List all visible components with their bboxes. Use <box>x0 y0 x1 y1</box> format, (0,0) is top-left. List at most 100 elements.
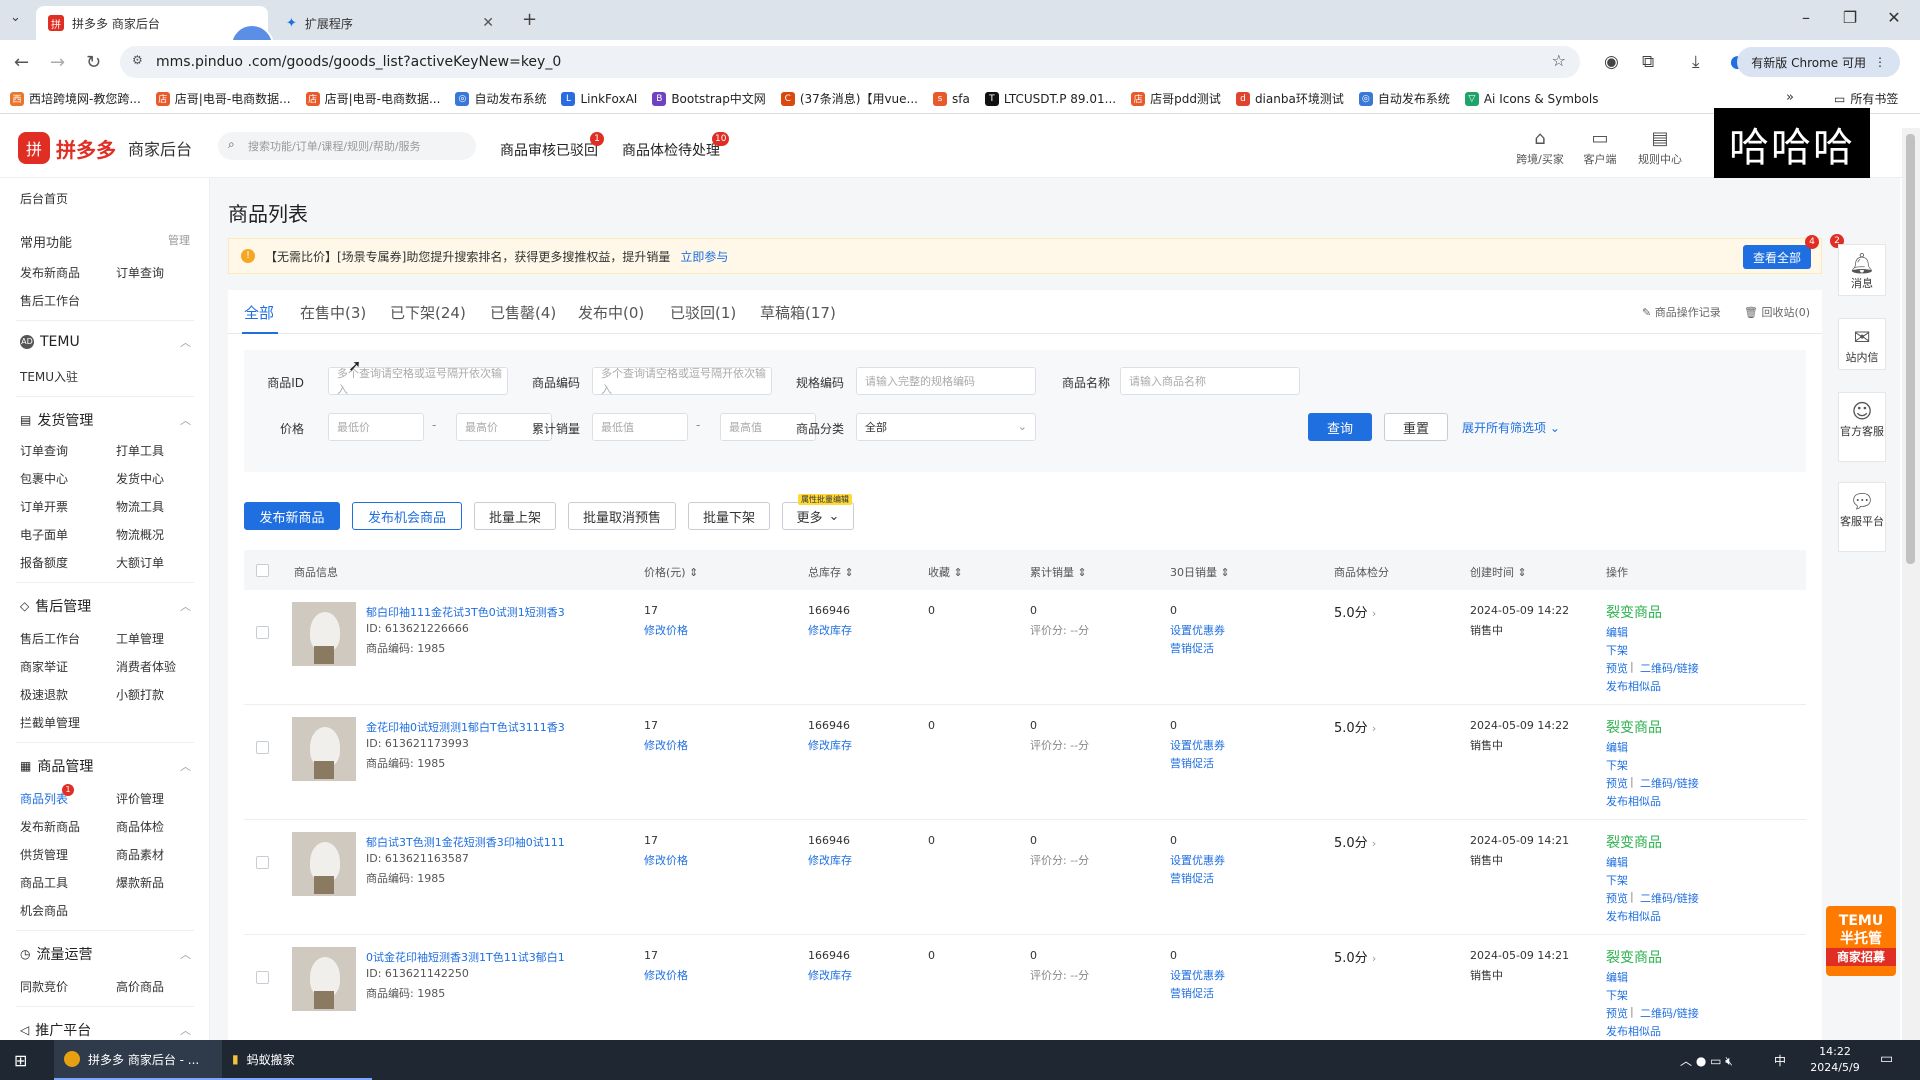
forward-icon[interactable]: → <box>50 52 65 73</box>
goods-code-input[interactable]: 多个查询请空格或逗号隔开依次输入 <box>592 367 772 396</box>
restore-button[interactable]: ❐ <box>1830 8 1870 27</box>
product-name-link[interactable]: 郁白印袖111金花试3T色0试测1短测香3 <box>366 604 565 620</box>
notice-join-link[interactable]: 立即参与 <box>680 248 728 265</box>
official-service-widget[interactable]: ☺ 官方客服 <box>1838 392 1886 462</box>
edit-stock-link[interactable]: 修改库存 <box>808 737 852 753</box>
page-scrollbar[interactable] <box>1902 128 1920 1040</box>
category-select[interactable]: 全部 ⌄ <box>856 413 1036 441</box>
bookmark[interactable]: B Bootstrap中文网 <box>652 90 766 107</box>
message-widget[interactable]: 🔔︎ 消息 <box>1838 244 1886 296</box>
edit-link[interactable]: 编辑 <box>1606 854 1628 870</box>
col-stock[interactable]: 总库存 ⇕ <box>808 564 854 580</box>
sidebar-item[interactable]: 拦截单管理 <box>20 714 80 731</box>
bookmark[interactable]: ◎ 自动发布系统 <box>1358 90 1450 107</box>
start-button[interactable]: ⊞ <box>4 1040 37 1080</box>
sidebar-item[interactable]: 供货管理 <box>20 846 68 863</box>
health-check-link[interactable]: 商品体检待处理 <box>622 140 720 160</box>
sidebar-item[interactable]: 订单开票 <box>20 498 68 515</box>
tab-drafts[interactable]: 草稿箱(17) <box>760 302 836 323</box>
sidebar-item[interactable]: 爆款新品 <box>116 874 164 891</box>
taskbar-chrome[interactable]: 拼多多 商家后台 - ... <box>54 1040 222 1080</box>
col-sales30[interactable]: 30日销量 ⇕ <box>1170 564 1230 580</box>
row-checkbox[interactable] <box>256 741 269 754</box>
minimize-button[interactable]: – <box>1786 8 1826 27</box>
batch-list-button[interactable]: 批量上架 <box>474 502 556 530</box>
edit-stock-link[interactable]: 修改库存 <box>808 967 852 983</box>
reset-button[interactable]: 重置 <box>1384 413 1448 441</box>
scrollbar-thumb[interactable] <box>1906 134 1915 564</box>
url-field[interactable]: ⚙ mms.pinduo .com/goods/goods_list?activ… <box>120 46 1580 78</box>
rejected-goods-link[interactable]: 商品审核已驳回 <box>500 140 598 160</box>
view-all-button[interactable]: 查看全部 <box>1742 245 1811 269</box>
tab-all[interactable]: 全部 <box>244 302 274 323</box>
chrome-update-button[interactable]: 有新版 Chrome 可用 ⋮ <box>1737 47 1900 77</box>
fission-goods-link[interactable]: 裂变商品 <box>1606 947 1662 967</box>
publish-similar-link[interactable]: 发布相似品 <box>1606 678 1661 694</box>
preview-link[interactable]: 预览 <box>1606 890 1628 906</box>
set-coupon-link[interactable]: 设置优惠券 <box>1170 622 1225 638</box>
temu-promo-badge[interactable]: TEMU 半托管 商家招募 <box>1826 906 1896 976</box>
tab-sold-out[interactable]: 已售罄(4) <box>490 302 556 323</box>
preview-link[interactable]: 预览 <box>1606 1005 1628 1021</box>
edit-price-link[interactable]: 修改价格 <box>644 737 688 753</box>
fission-goods-link[interactable]: 裂变商品 <box>1606 717 1662 737</box>
fission-goods-link[interactable]: 裂变商品 <box>1606 602 1662 622</box>
sidebar-section-promo[interactable]: ◁ 推广平台 ︿ <box>20 1020 196 1040</box>
client-button[interactable]: ▭ 客户端 <box>1570 128 1630 167</box>
sidebar-item[interactable]: 物流工具 <box>116 498 164 515</box>
download-icon[interactable]: ⤓ <box>1692 52 1700 72</box>
reload-icon[interactable]: ↻ <box>86 52 101 73</box>
new-tab-button[interactable]: + <box>522 9 537 30</box>
sidebar-item[interactable]: 商品体检 <box>116 818 164 835</box>
bookmark[interactable]: T LTCUSDT.P 89.01... <box>984 91 1116 106</box>
edit-stock-link[interactable]: 修改库存 <box>808 852 852 868</box>
store-button[interactable]: ⌂ 跨境/买家 <box>1510 128 1570 167</box>
sidebar-manage-link[interactable]: 管理 <box>168 232 190 248</box>
set-coupon-link[interactable]: 设置优惠券 <box>1170 852 1225 868</box>
sidebar-section-aftersale[interactable]: ◇ 售后管理 ︿ <box>20 596 196 616</box>
more-button[interactable]: 更多 ⌄ <box>782 502 854 530</box>
publish-similar-link[interactable]: 发布相似品 <box>1606 908 1661 924</box>
row-checkbox[interactable] <box>256 626 269 639</box>
recycle-bin-link[interactable]: 🗑 回收站(0) <box>1744 304 1810 320</box>
sidebar-item[interactable]: 工单管理 <box>116 630 164 647</box>
sidebar-item[interactable]: 同款竞价 <box>20 978 68 995</box>
product-name-link[interactable]: 金花印袖0试短测测1郁白T色试3111香3 <box>366 719 565 735</box>
publish-new-button[interactable]: 发布新商品 <box>244 502 340 530</box>
publish-similar-link[interactable]: 发布相似品 <box>1606 793 1661 809</box>
bookmark[interactable]: d dianba环境测试 <box>1235 90 1344 107</box>
back-icon[interactable]: ← <box>14 52 29 73</box>
health-score[interactable]: 5.0分 › <box>1334 947 1376 966</box>
delist-link[interactable]: 下架 <box>1606 987 1628 1003</box>
delist-link[interactable]: 下架 <box>1606 757 1628 773</box>
delist-link[interactable]: 下架 <box>1606 872 1628 888</box>
preview-link[interactable]: 预览 <box>1606 775 1628 791</box>
bookmark[interactable]: 店店哥|电哥-电商数据... <box>305 90 440 107</box>
sales-min-input[interactable]: 最低值 <box>592 413 688 441</box>
edit-stock-link[interactable]: 修改库存 <box>808 622 852 638</box>
marketing-link[interactable]: 营销促活 <box>1170 985 1214 1001</box>
bookmark[interactable]: 西西培跨境网-教您跨... <box>10 90 141 107</box>
extension-icon[interactable]: ◉ <box>1604 52 1619 72</box>
product-thumbnail[interactable] <box>292 947 356 1011</box>
col-created[interactable]: 创建时间 ⇕ <box>1470 564 1527 580</box>
sidebar-section-goods[interactable]: ▦ 商品管理 ︿ <box>20 756 196 776</box>
query-button[interactable]: 查询 <box>1308 413 1372 441</box>
bookmark[interactable]: ◎ 自动发布系统 <box>455 90 546 107</box>
bookmark[interactable]: s sfa <box>932 91 970 106</box>
bookmark[interactable]: L LinkFoxAI <box>561 91 637 106</box>
edit-link[interactable]: 编辑 <box>1606 739 1628 755</box>
edit-price-link[interactable]: 修改价格 <box>644 852 688 868</box>
edit-price-link[interactable]: 修改价格 <box>644 967 688 983</box>
health-score[interactable]: 5.0分 › <box>1334 717 1376 736</box>
sidebar-item[interactable]: 极速退款 <box>20 686 68 703</box>
row-checkbox[interactable] <box>256 971 269 984</box>
health-score[interactable]: 5.0分 › <box>1334 602 1376 621</box>
puzzle-icon[interactable]: ⧉ <box>1642 52 1654 72</box>
publish-opportunity-button[interactable]: 发布机会商品 <box>352 502 462 530</box>
fission-goods-link[interactable]: 裂变商品 <box>1606 832 1662 852</box>
product-name-link[interactable]: 郁白试3T色测1金花短测香3印袖0试111 <box>366 834 565 850</box>
sidebar-item[interactable]: 评价管理 <box>116 790 164 807</box>
ime-indicator[interactable]: 中 <box>1774 1052 1786 1069</box>
sidebar-item[interactable]: 售后工作台 <box>20 630 80 647</box>
